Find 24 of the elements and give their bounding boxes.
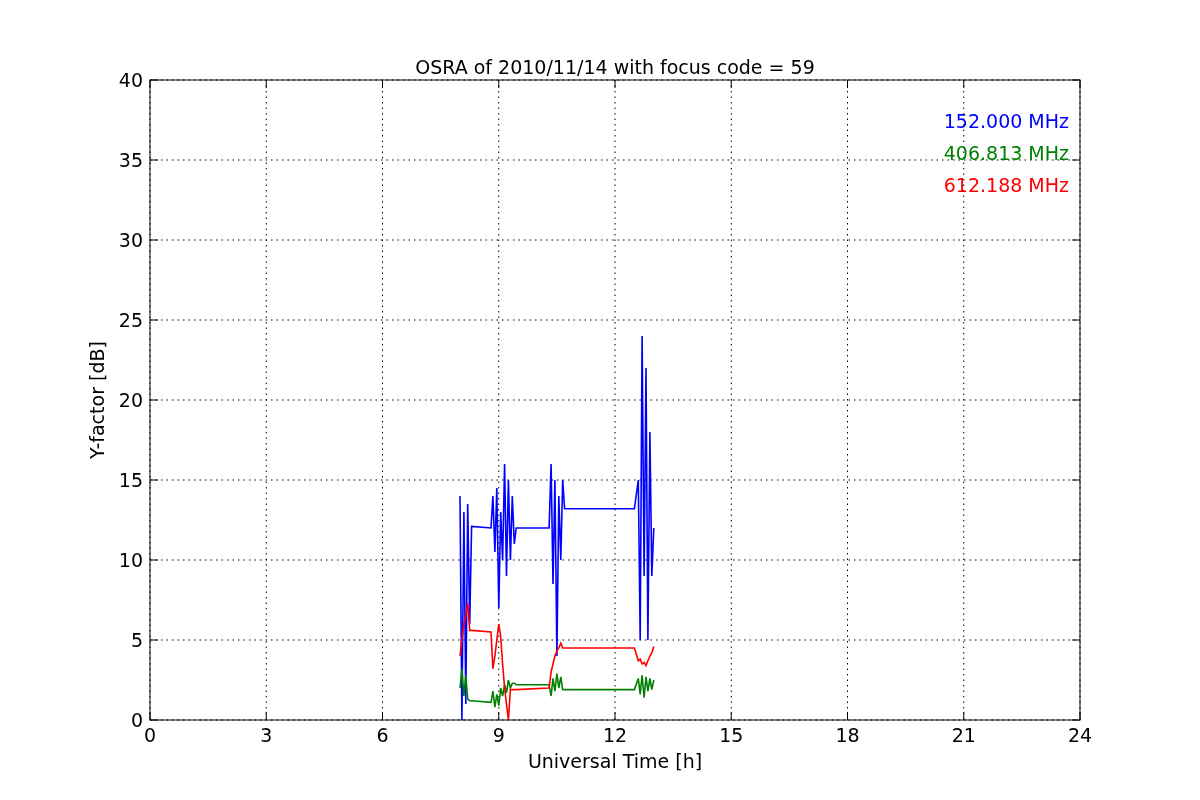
tick-label: 40 <box>118 69 143 91</box>
tick-label: 24 <box>1067 724 1093 746</box>
tick-label: 15 <box>118 469 143 491</box>
y-axis-label: Y-factor [dB] <box>86 341 108 459</box>
chart-title: OSRA of 2010/11/14 with focus code = 59 <box>415 56 815 78</box>
tick-label: 0 <box>130 709 143 731</box>
tick-label: 18 <box>835 724 860 746</box>
legend-label: 406.813 MHz <box>943 142 1069 164</box>
tick-label: 6 <box>376 724 389 746</box>
tick-label: 30 <box>118 229 143 251</box>
tick-label: 0 <box>143 724 157 746</box>
legend-label: 152.000 MHz <box>943 110 1069 132</box>
tick-label: 3 <box>260 724 273 746</box>
tick-label: 35 <box>118 149 143 171</box>
tick-label: 21 <box>951 724 976 746</box>
tick-label: 12 <box>602 724 628 746</box>
tick-label: 9 <box>492 724 505 746</box>
legend-label: 612.188 MHz <box>943 174 1069 196</box>
tick-label: 25 <box>118 309 143 331</box>
x-axis-label: Universal Time [h] <box>527 750 703 772</box>
tick-label: 10 <box>118 549 143 571</box>
tick-label: 15 <box>719 724 744 746</box>
tick-label: 20 <box>118 389 143 411</box>
tick-label: 5 <box>130 629 143 651</box>
